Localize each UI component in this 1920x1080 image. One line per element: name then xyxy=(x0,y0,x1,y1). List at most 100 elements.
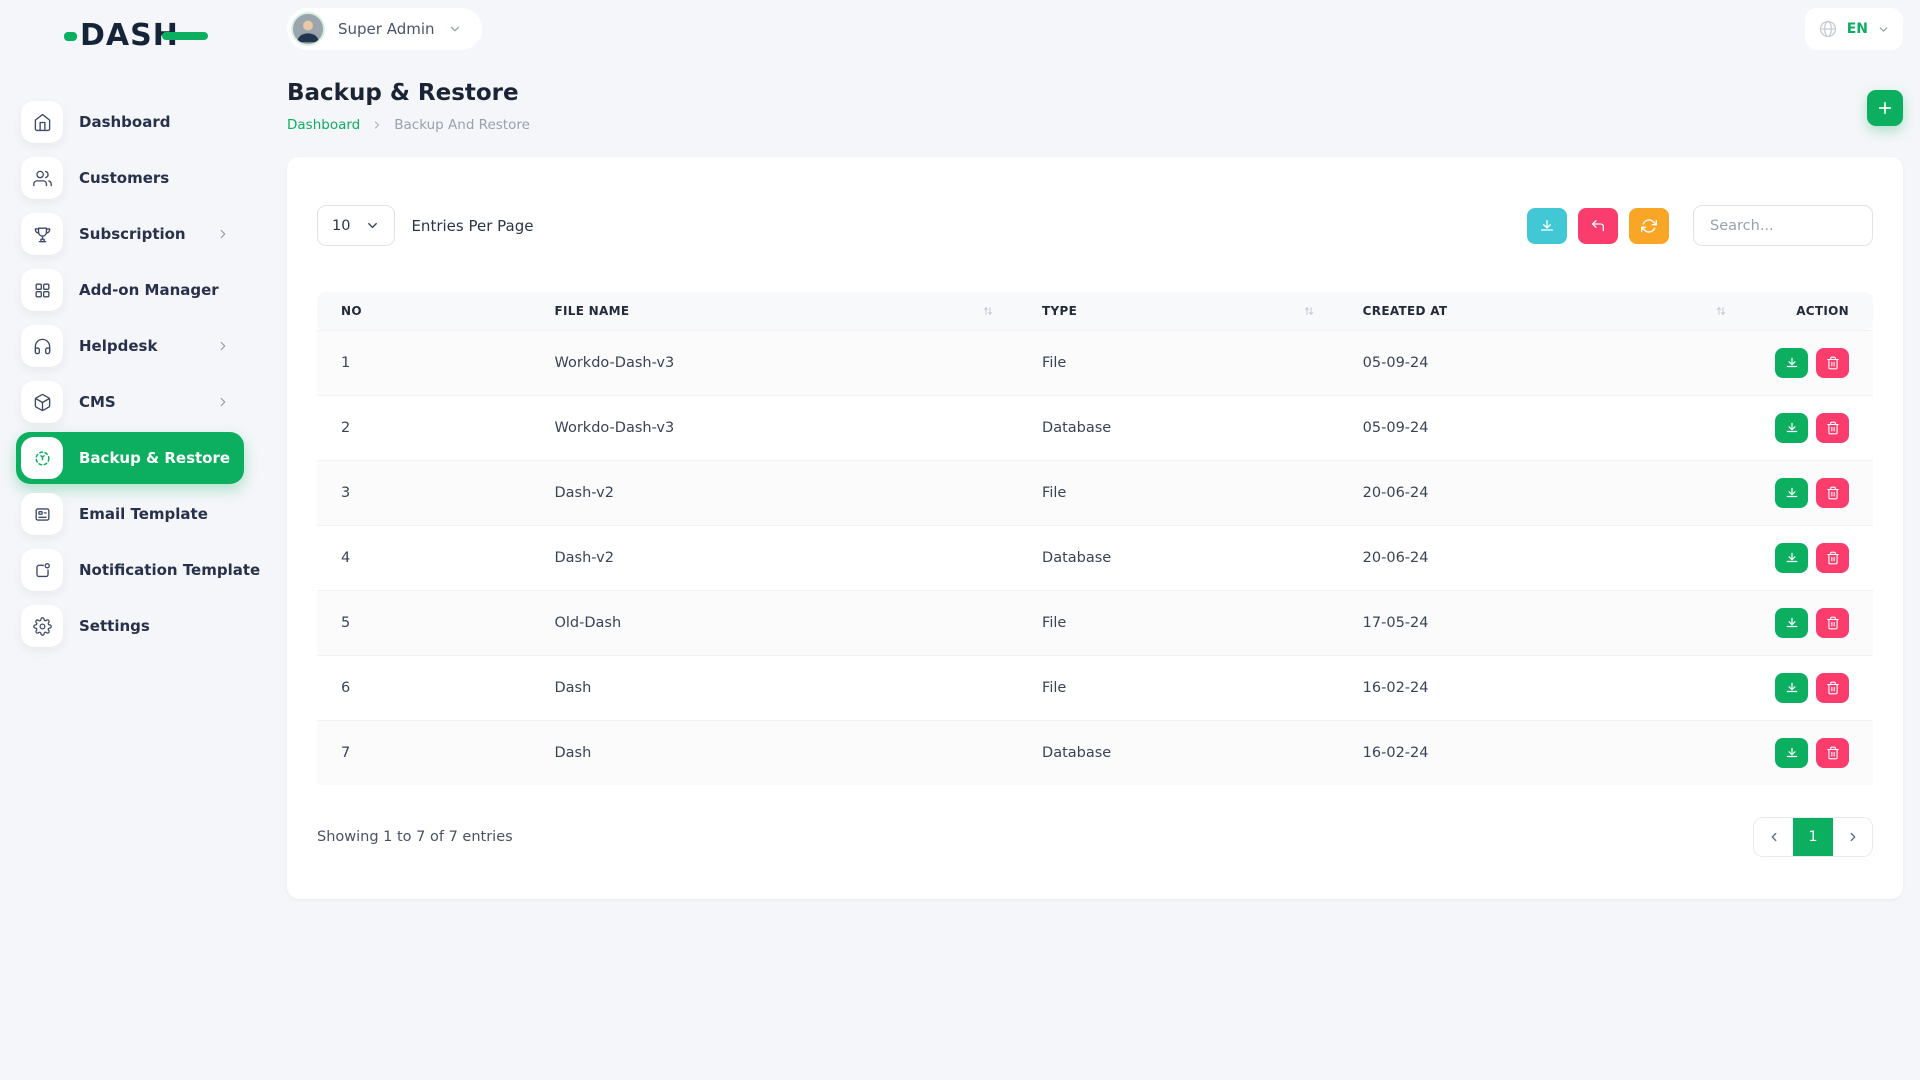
sidebar-item-email-template[interactable]: Email Template xyxy=(16,488,244,540)
entries-per-page-value: 10 xyxy=(332,218,350,234)
column-header-file-name[interactable]: FILE NAME xyxy=(530,292,1018,331)
sidebar-item-dashboard[interactable]: Dashboard xyxy=(16,96,244,148)
table-row: 4 Dash-v2 Database 20-06-24 xyxy=(317,526,1873,591)
grid-icon xyxy=(21,269,63,311)
headphones-icon xyxy=(21,325,63,367)
row-delete-button[interactable] xyxy=(1816,348,1849,378)
search-input[interactable] xyxy=(1693,205,1873,246)
column-header-created-at[interactable]: CREATED AT xyxy=(1339,292,1751,331)
export-download-button[interactable] xyxy=(1527,208,1567,244)
download-icon xyxy=(1785,421,1799,435)
sidebar-item-addon-manager[interactable]: Add-on Manager xyxy=(16,264,244,316)
page-number-current[interactable]: 1 xyxy=(1793,818,1833,856)
sidebar-item-helpdesk[interactable]: Helpdesk xyxy=(16,320,244,372)
row-delete-button[interactable] xyxy=(1816,738,1849,768)
entries-per-page-label: Entries Per Page xyxy=(411,217,533,235)
row-download-button[interactable] xyxy=(1775,543,1808,573)
refresh-icon xyxy=(1641,218,1657,234)
download-icon xyxy=(1539,218,1555,234)
row-delete-button[interactable] xyxy=(1816,608,1849,638)
sidebar-item-cms[interactable]: CMS xyxy=(16,376,244,428)
sidebar-item-label: Settings xyxy=(79,617,150,635)
row-delete-button[interactable] xyxy=(1816,673,1849,703)
table-footer: Showing 1 to 7 of 7 entries 1 xyxy=(317,817,1873,857)
next-page-button[interactable] xyxy=(1833,818,1872,856)
user-name: Super Admin xyxy=(338,20,435,38)
table-header-row: NO FILE NAME TYPE CREATED AT ACTION xyxy=(317,292,1873,331)
cell-file-name: Workdo-Dash-v3 xyxy=(530,331,1018,396)
trash-icon xyxy=(1826,551,1840,565)
users-icon xyxy=(21,157,63,199)
app-root: DASH Dashboard Customers Subscrip xyxy=(0,0,1920,1080)
main-area: Super Admin EN Backup & Restore Dashbo xyxy=(260,0,1920,1080)
cell-no: 6 xyxy=(317,656,530,721)
trash-icon xyxy=(1826,486,1840,500)
sidebar-item-subscription[interactable]: Subscription xyxy=(16,208,244,260)
trash-icon xyxy=(1826,681,1840,695)
sort-icon xyxy=(982,305,994,317)
user-menu[interactable]: Super Admin xyxy=(287,8,482,50)
trash-icon xyxy=(1826,356,1840,370)
table-row: 5 Old-Dash File 17-05-24 xyxy=(317,591,1873,656)
sort-icon xyxy=(1303,305,1315,317)
notification-icon xyxy=(21,549,63,591)
sidebar-item-settings[interactable]: Settings xyxy=(16,600,244,652)
previous-page-button[interactable] xyxy=(1754,818,1793,856)
cell-file-name: Dash xyxy=(530,656,1018,721)
chevron-down-icon xyxy=(448,22,462,36)
row-delete-button[interactable] xyxy=(1816,478,1849,508)
sidebar-item-label: Helpdesk xyxy=(79,337,157,355)
row-download-button[interactable] xyxy=(1775,608,1808,638)
trash-icon xyxy=(1826,421,1840,435)
sidebar-item-customers[interactable]: Customers xyxy=(16,152,244,204)
restore-undo-button[interactable] xyxy=(1578,208,1618,244)
cell-created-at: 17-05-24 xyxy=(1339,591,1751,656)
cell-type: File xyxy=(1018,331,1339,396)
cell-no: 1 xyxy=(317,331,530,396)
chevron-right-icon xyxy=(216,395,230,409)
table-toolbar: 10 Entries Per Page xyxy=(317,205,1873,246)
table-row: 2 Workdo-Dash-v3 Database 05-09-24 xyxy=(317,396,1873,461)
sidebar-nav: Dashboard Customers Subscription xyxy=(0,96,260,652)
row-download-button[interactable] xyxy=(1775,478,1808,508)
row-download-button[interactable] xyxy=(1775,673,1808,703)
cell-no: 7 xyxy=(317,721,530,786)
cell-file-name: Dash xyxy=(530,721,1018,786)
cell-created-at: 20-06-24 xyxy=(1339,526,1751,591)
cell-no: 5 xyxy=(317,591,530,656)
download-icon xyxy=(1785,356,1799,370)
sidebar-item-backup-restore[interactable]: Backup & Restore xyxy=(16,432,244,484)
cell-no: 2 xyxy=(317,396,530,461)
chevron-down-icon xyxy=(1877,23,1890,36)
entries-per-page-select[interactable]: 10 xyxy=(317,205,395,246)
column-header-type[interactable]: TYPE xyxy=(1018,292,1339,331)
page-header: Backup & Restore Dashboard Backup And Re… xyxy=(287,80,1903,133)
breadcrumb-dashboard-link[interactable]: Dashboard xyxy=(287,117,360,133)
row-download-button[interactable] xyxy=(1775,348,1808,378)
table-row: 3 Dash-v2 File 20-06-24 xyxy=(317,461,1873,526)
row-delete-button[interactable] xyxy=(1816,413,1849,443)
avatar xyxy=(291,12,325,46)
chevron-down-icon xyxy=(365,218,380,233)
column-header-action: ACTION xyxy=(1751,292,1873,331)
download-icon xyxy=(1785,746,1799,760)
add-backup-button[interactable] xyxy=(1867,90,1903,126)
row-download-button[interactable] xyxy=(1775,738,1808,768)
download-icon xyxy=(1785,486,1799,500)
showing-entries-text: Showing 1 to 7 of 7 entries xyxy=(317,829,513,845)
cell-type: File xyxy=(1018,461,1339,526)
sidebar-item-label: Add-on Manager xyxy=(79,281,219,299)
sidebar-item-notification-template[interactable]: Notification Template xyxy=(16,544,244,596)
refresh-button[interactable] xyxy=(1629,208,1669,244)
brand-logo[interactable]: DASH xyxy=(64,18,260,54)
row-download-button[interactable] xyxy=(1775,413,1808,443)
sidebar-item-label: CMS xyxy=(79,393,116,411)
language-selector[interactable]: EN xyxy=(1805,8,1903,50)
sort-icon xyxy=(1715,305,1727,317)
cell-type: File xyxy=(1018,656,1339,721)
chevron-right-icon xyxy=(371,119,383,131)
sidebar-item-label: Subscription xyxy=(79,225,186,243)
row-delete-button[interactable] xyxy=(1816,543,1849,573)
sidebar-item-label: Dashboard xyxy=(79,113,170,131)
undo-icon xyxy=(1590,218,1606,234)
